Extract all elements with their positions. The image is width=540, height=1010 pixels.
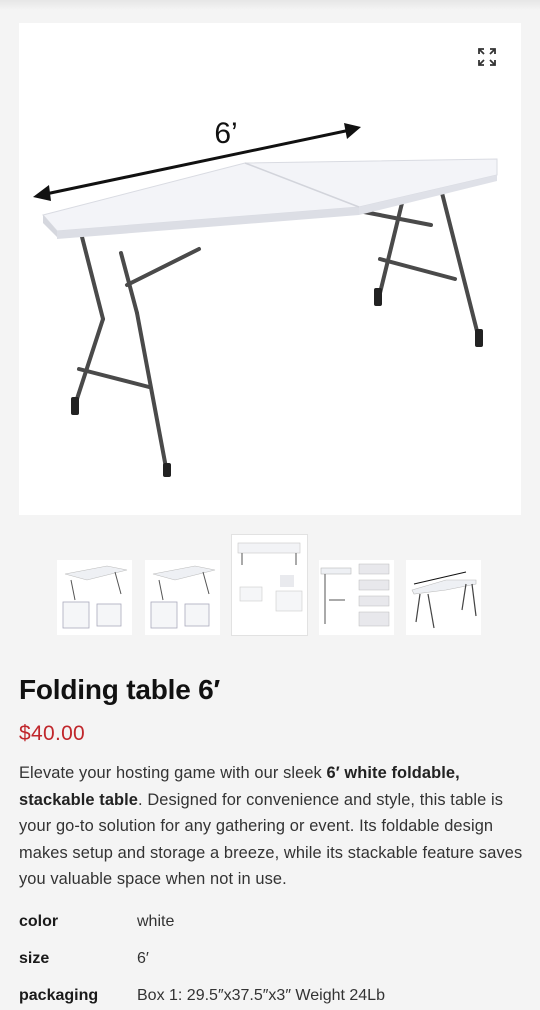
main-product-image[interactable]: 6’ [19,23,521,515]
spec-row-packaging: packaging Box 1: 29.5″x37.5″x3″ Weight 2… [19,984,529,1010]
product-description: Elevate your hosting game with our sleek… [19,760,527,893]
spec-value: Box 1: 29.5″x37.5″x3″ Weight 24Lb [137,987,385,1004]
spec-value: white [137,913,175,930]
thumbnail-2[interactable] [145,560,220,635]
spec-row-color: color white [19,910,529,936]
spec-value: 6′ [137,950,149,967]
folding-table-photo: 6’ [33,117,498,477]
description-bold-2: stackable table [19,790,139,809]
top-bar-shadow [0,0,540,10]
product-price: $40.00 [19,722,86,745]
spec-row-size: size 6′ [19,947,529,973]
thumbnail-5[interactable] [406,560,481,635]
description-text-1: Elevate your hosting game with our sleek [19,764,327,782]
product-title: Folding table 6′ [19,674,221,705]
thumbnail-3-selected[interactable] [232,535,307,635]
description-bold-1: 6′ white foldable, [326,764,460,782]
thumbnail-gallery [57,535,487,635]
spec-key: color [19,913,59,930]
expand-icon[interactable] [477,47,497,67]
thumbnail-4[interactable] [319,560,394,635]
thumbnail-1[interactable] [57,560,132,635]
dimension-label: 6’ [214,117,237,150]
spec-key: packaging [19,987,99,1004]
spec-key: size [19,950,50,967]
